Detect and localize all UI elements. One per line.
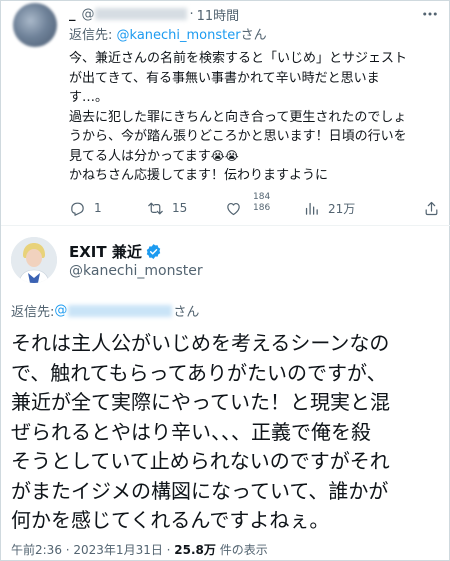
retweet-button[interactable]: 15 [147, 200, 187, 217]
reply-text-line: うから、今が踏ん張りどころかと思います！日頃の行いを [69, 129, 407, 144]
tweet-screenshot: _ @ · 11時間 返信先: @kanechi_monsterさん 今、兼近さ… [0, 0, 450, 561]
redacted-handle [68, 304, 173, 317]
tweet-meta: 午前2:36 · 2023年1月31日 · 25.8万 件の表示 [11, 541, 268, 558]
reply-to-mention[interactable]: @kanechi_monster [117, 28, 241, 43]
reply-count: 1 [94, 201, 102, 215]
author-display-name[interactable]: EXIT 兼近 [69, 241, 142, 262]
reply-text-line: す…。 [69, 90, 109, 105]
views-icon [305, 202, 318, 215]
view-count: 21万 [328, 201, 356, 216]
like-button[interactable]: 184 186 [225, 192, 270, 217]
reply-text-fragment: 見てる人は分かってます [69, 148, 211, 164]
tweet-text-line: 兼近が全て実際にやっていた！と現実と混 [11, 390, 390, 414]
action-bar: 1 15 184 186 21万 [69, 192, 441, 219]
reply-text: 今、兼近さんの名前を検索すると「いじめ」とサジェスト が出てきて、有る事無い事書… [69, 49, 429, 186]
reply-text-line: 見てる人は分かってます😭😭 [69, 147, 429, 167]
reply-button[interactable]: 1 [69, 200, 102, 217]
reply-text-line: が出てきて、有る事無い事書かれて辛い時だと思いま [69, 70, 380, 86]
tweet-divider [1, 225, 450, 226]
like-count: 184 186 [253, 191, 271, 213]
reply-text-line: 今、兼近さんの名前を検索すると「いじめ」とサジェスト [69, 51, 408, 66]
tweet-text-line: で、触れてもらってありがたいのですが、 [11, 360, 387, 385]
reply-tweet[interactable]: _ @ · 11時間 返信先: @kanechi_monsterさん 今、兼近さ… [1, 1, 450, 227]
reply-to-mention[interactable]: @ [54, 303, 173, 318]
mention-prefix: @ [54, 303, 68, 318]
redacted-handle [94, 8, 187, 20]
reply-to-line: 返信先: @ さん [11, 301, 199, 320]
tweet-text: それは主人公がいじめを考えるシーンなの で、触れてもらってありがたいのですが、 … [11, 329, 441, 536]
reply-handle-prefix: @ [81, 6, 95, 22]
tweet-timestamp[interactable]: 午前2:36 · 2023年1月31日 · [11, 543, 174, 557]
view-label: 件の表示 [215, 543, 268, 557]
retweet-icon [148, 202, 163, 214]
avatar[interactable] [13, 3, 57, 47]
tweet-text-line: 何かを感じてくれるんですよねぇ。 [11, 508, 330, 532]
author-name-row[interactable]: EXIT 兼近 [69, 241, 162, 262]
more-icon[interactable] [419, 5, 441, 21]
share-icon [425, 201, 438, 215]
verified-badge-icon [146, 244, 161, 259]
reply-to-suffix: さん [240, 28, 267, 43]
views-button[interactable]: 21万 [303, 200, 355, 217]
reply-to-label: 返信先: [69, 28, 117, 43]
reply-to-suffix: さん [173, 305, 200, 320]
reply-text-line: かねちさん応援してます！伝わりますように [69, 168, 328, 183]
reply-to-line: 返信先: @kanechi_monsterさん [69, 24, 267, 43]
tweet-text-line: ぜられるとやはり辛い、、、正義で俺を殺 [11, 419, 371, 444]
reply-display-name[interactable]: _ [69, 7, 76, 22]
retweet-count: 15 [172, 201, 188, 215]
tweet-text-line: がまたイジメの構図になっていて、誰かが [11, 478, 389, 503]
tweet-text-line: そうとしていて止められないのですがそれ [11, 449, 390, 473]
reply-timestamp[interactable]: 11時間 [197, 5, 240, 24]
author-handle[interactable]: @kanechi_monster [69, 263, 203, 279]
reply-header: _ @ · 11時間 [69, 5, 240, 24]
reply-icon [71, 202, 84, 216]
tweet-text-line: それは主人公がいじめを考えるシーンなの [11, 331, 390, 355]
reply-to-label: 返信先: [11, 305, 55, 320]
crying-emoji: 😭😭 [210, 148, 239, 163]
like-icon [227, 202, 240, 215]
separator-dot: · [189, 6, 194, 22]
view-count: 25.8万 [174, 543, 216, 557]
share-button[interactable] [423, 200, 440, 217]
reply-text-line: 過去に犯した罪にきちんと向き合って更生されたのでしょ [69, 109, 407, 125]
avatar[interactable] [11, 237, 57, 283]
